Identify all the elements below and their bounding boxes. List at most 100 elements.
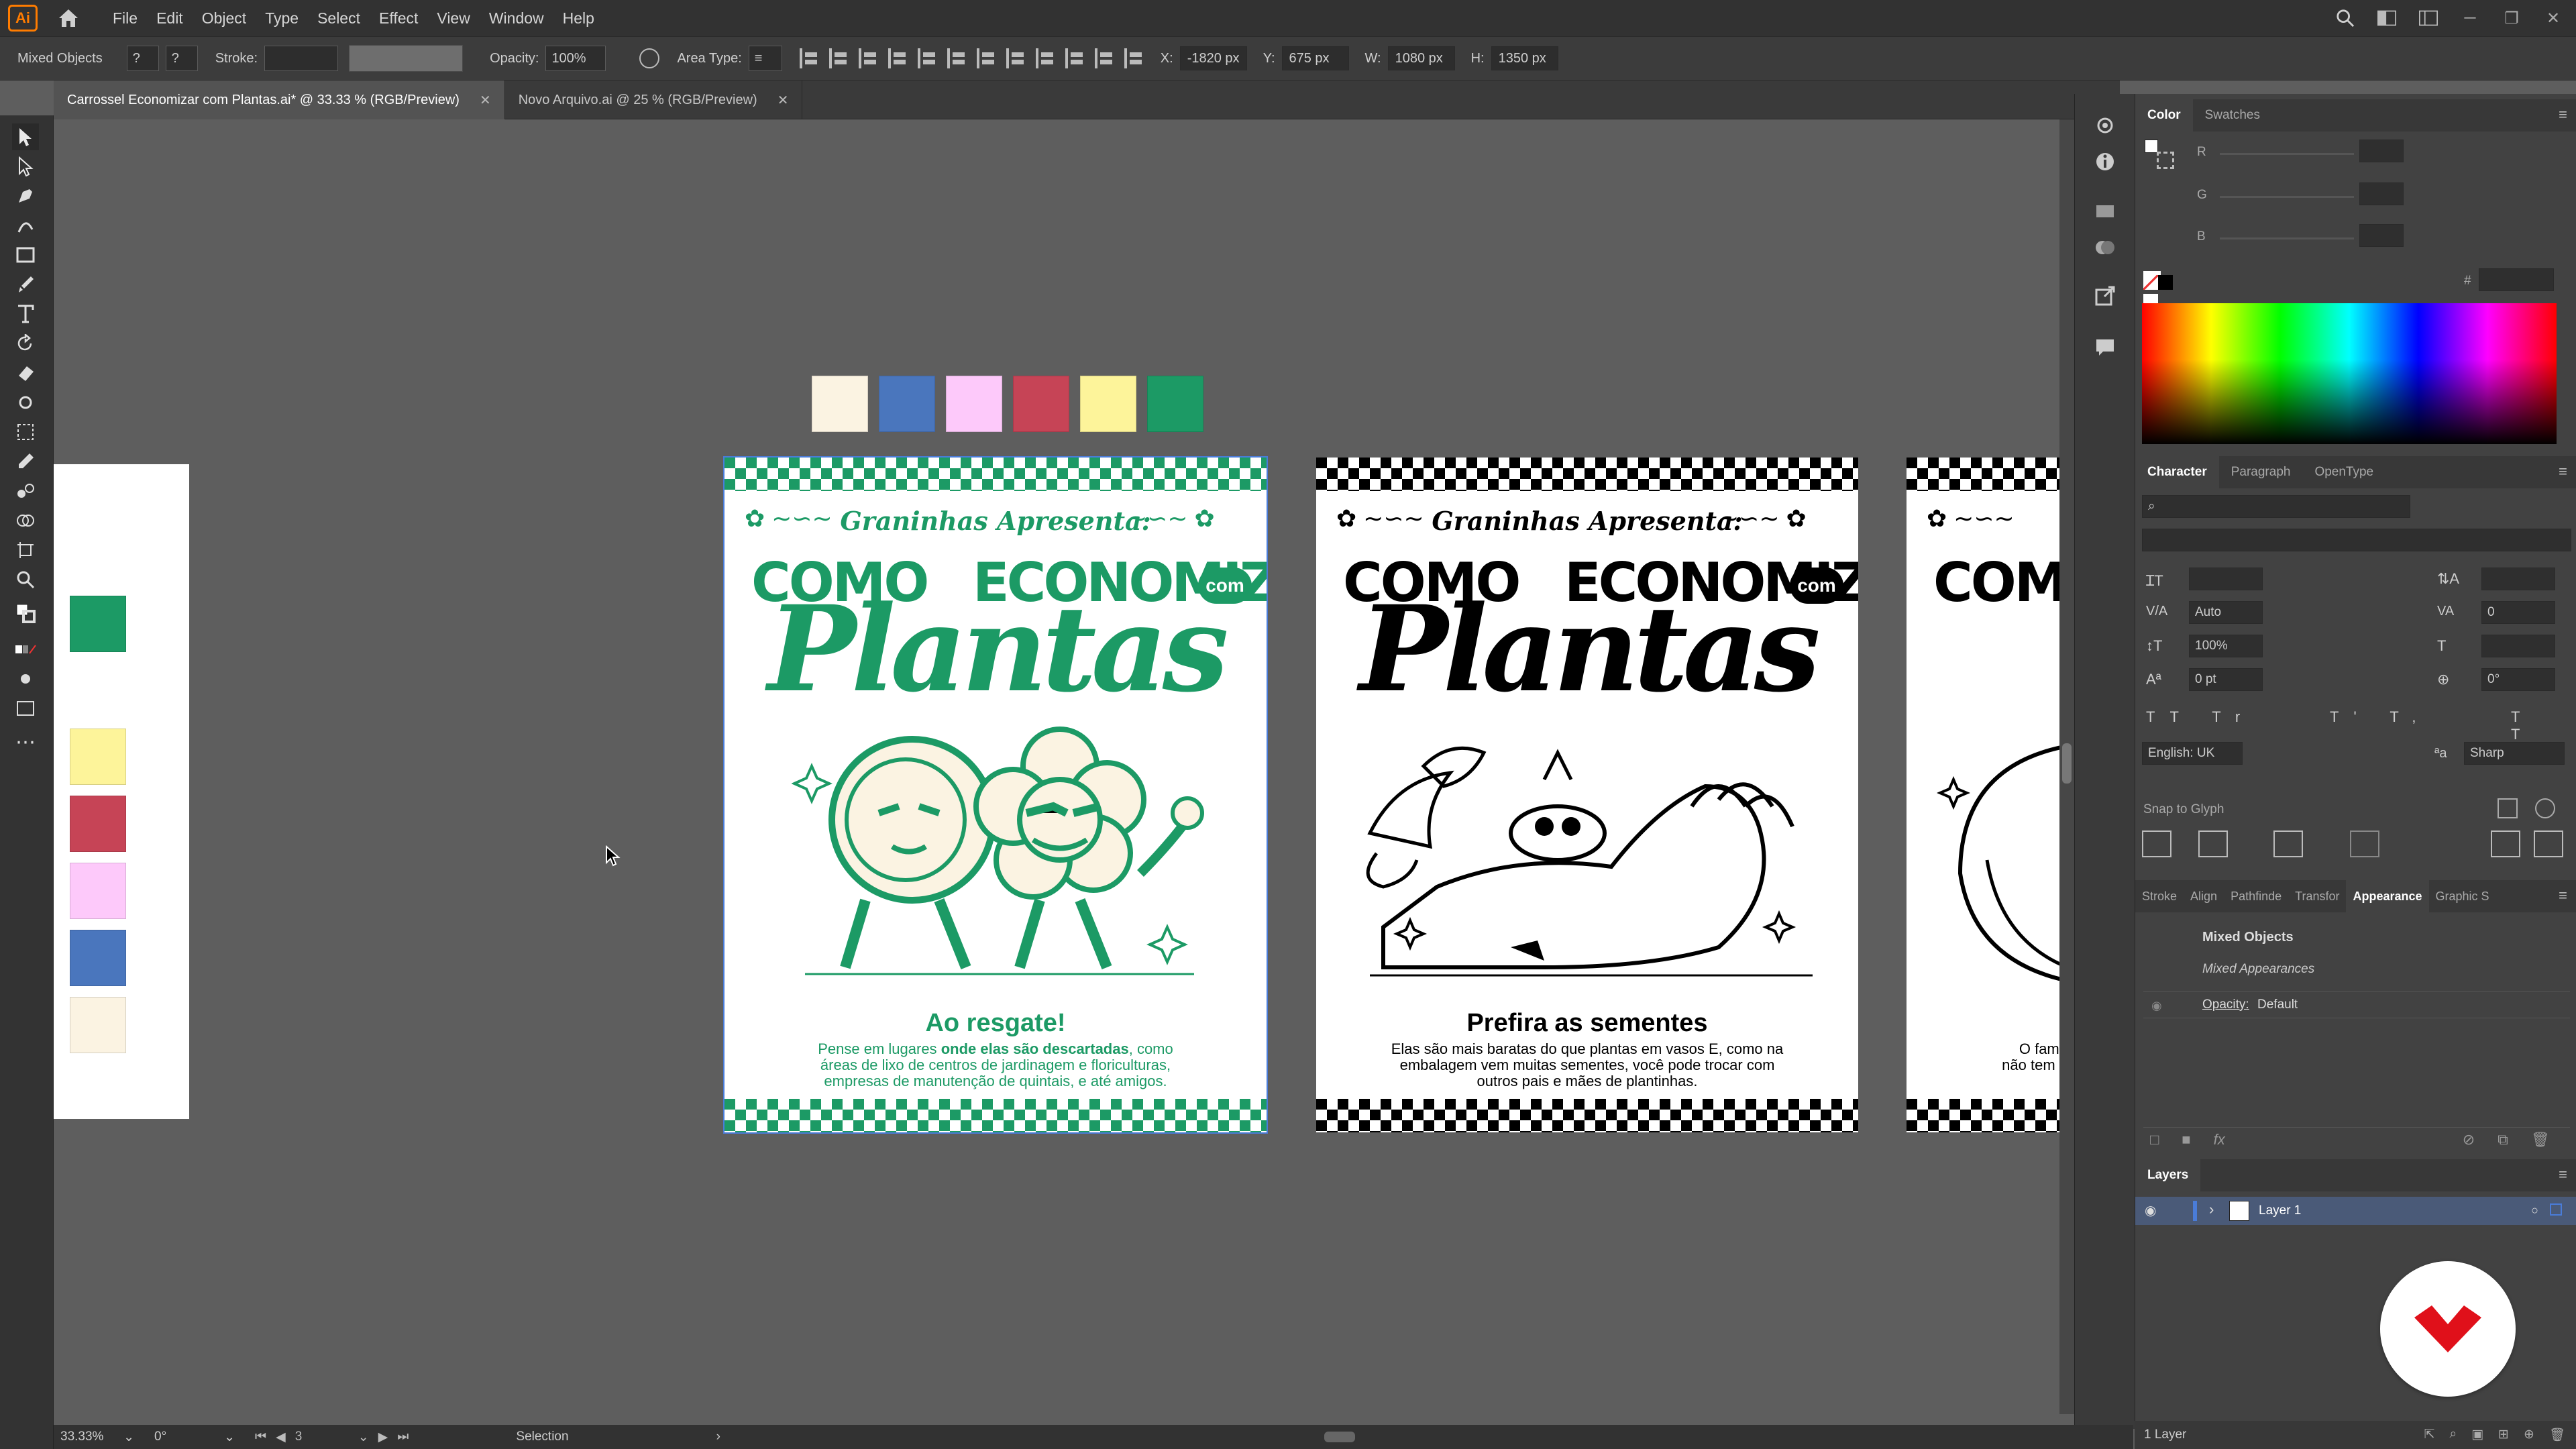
distribute-top-icon[interactable] [976,48,997,68]
screen-mode-icon[interactable] [12,695,39,722]
add-stroke-icon[interactable]: □ [2150,1131,2159,1148]
panel-menu-icon[interactable]: ≡ [2559,1166,2567,1183]
horizontal-scrollbar[interactable] [734,1429,2076,1445]
tab-opentype[interactable]: OpenType [2302,456,2385,488]
vertical-scale-field[interactable]: 100% [2189,635,2263,657]
side-swatch-pink[interactable] [70,863,126,919]
snap-xheight-icon[interactable] [2198,830,2228,857]
rotation-select[interactable]: 0° ⌄ [154,1430,235,1445]
artboard-tool-icon[interactable] [12,537,39,564]
palette-swatch-pink[interactable] [946,376,1002,432]
eyedropper-tool-icon[interactable] [12,448,39,475]
menu-edit[interactable]: Edit [156,9,183,28]
scroll-thumb[interactable] [2062,743,2072,784]
distribute-center-icon[interactable] [1006,48,1026,68]
home-icon[interactable] [54,3,83,33]
minimize-icon[interactable]: ─ [2461,9,2479,28]
color-mode-icon[interactable] [12,636,39,663]
type-tool-icon[interactable] [12,301,39,327]
text-case-buttons[interactable]: TT Tr [2146,708,2255,726]
side-swatch-red[interactable] [70,796,126,852]
r-value-field[interactable] [2359,140,2404,162]
opacity-row[interactable]: ◉ Opacity: Default [2143,991,2570,1018]
tab-align[interactable]: Align [2184,880,2224,912]
snap-anchor-icon[interactable] [2534,830,2563,857]
antialias-select[interactable]: Sharp [2464,742,2565,765]
menu-effect[interactable]: Effect [379,9,418,28]
tab-swatches[interactable]: Swatches [2193,99,2272,131]
selection-tool-icon[interactable] [12,123,39,150]
menu-help[interactable]: Help [563,9,594,28]
menu-select[interactable]: Select [317,9,360,28]
delete-layer-icon[interactable]: 🗑 [2549,1427,2565,1443]
menu-window[interactable]: Window [489,9,544,28]
layer-visibility-eye-icon[interactable]: ◉ [2145,1202,2156,1219]
vertical-scrollbar[interactable] [2059,119,2074,1414]
distribute-hcenter-icon[interactable] [1094,48,1115,68]
menu-file[interactable]: File [113,9,138,28]
export-icon[interactable] [2094,284,2116,307]
more-tools-icon[interactable]: ⋯ [12,729,39,755]
next-artboard-icon[interactable]: ▶ [378,1430,388,1445]
snap-baseline-icon[interactable] [2142,830,2171,857]
panel-menu-icon[interactable]: ≡ [2559,887,2567,904]
font-family-field[interactable]: ⌕ [2142,495,2410,518]
side-color-board[interactable] [54,464,189,1119]
free-transform-tool-icon[interactable] [12,419,39,445]
duplicate-item-icon[interactable]: ⧉ [2498,1131,2508,1148]
add-effect-icon[interactable]: fx [2214,1131,2225,1148]
tab-layers[interactable]: Layers [2135,1159,2201,1191]
fill-stroke-indicator[interactable] [2142,137,2180,174]
kerning-field[interactable]: Auto [2189,601,2263,624]
tab-carrossel[interactable]: Carrossel Economizar com Plantas.ai* @ 3… [54,80,505,119]
prev-artboard-icon[interactable]: ◀ [276,1430,286,1445]
align-top-icon[interactable] [888,48,908,68]
scroll-thumb[interactable] [1324,1432,1355,1442]
recolor-artwork-icon[interactable] [639,48,660,68]
transparency-icon[interactable] [2094,236,2116,259]
pen-tool-icon[interactable] [12,182,39,209]
paintbrush-tool-icon[interactable] [12,271,39,298]
tab-character[interactable]: Character [2135,456,2219,488]
palette-swatch-red[interactable] [1013,376,1069,432]
curvature-tool-icon[interactable] [12,212,39,239]
opacity-field[interactable]: 100% [545,46,606,71]
layer-row[interactable]: ◉ › Layer 1 ○ [2135,1197,2576,1225]
align-center-icon[interactable] [828,48,849,68]
clear-appearance-icon[interactable]: ⊘ [2463,1131,2475,1148]
align-middle-icon[interactable] [917,48,938,68]
snap-glyph-bounds-icon[interactable] [2273,830,2303,857]
artboard-number[interactable]: 3 [295,1430,349,1444]
stroke-weight-field[interactable] [264,46,339,71]
last-artboard-icon[interactable]: ⏭ [397,1430,409,1444]
properties-icon[interactable] [2094,114,2116,137]
artboard-dropdown-icon[interactable]: ⌄ [358,1430,369,1445]
layer-target-icon[interactable]: ○ [2531,1203,2538,1218]
zoom-tool-icon[interactable] [12,566,39,593]
artboard-black[interactable]: ✿ ∼∽∼ ∼∽∼ ✿ Graninhas Apresenta: COMO EC… [1316,458,1858,1132]
horizontal-scale-field[interactable] [2481,635,2555,657]
align-left-icon[interactable] [799,48,820,68]
snap-options-icon[interactable] [2498,798,2518,818]
side-swatch-cream[interactable] [70,997,126,1053]
make-clipping-mask-icon[interactable]: ▣ [2471,1427,2483,1443]
x-field[interactable]: -1820 px [1179,46,1247,70]
fill-swatch-button[interactable]: ? [126,46,159,71]
height-field[interactable]: 1350 px [1491,46,1558,70]
layer-name[interactable]: Layer 1 [2259,1203,2301,1218]
menu-object[interactable]: Object [202,9,246,28]
tab-appearance[interactable]: Appearance [2346,880,2429,912]
artboard-third[interactable]: ✿ ∼∽∼ COMO O famo não tem p s [1907,458,2066,1132]
area-type-options[interactable]: ≡ [748,46,782,71]
b-value-field[interactable] [2359,224,2404,247]
panel-menu-icon[interactable]: ≡ [2559,106,2567,123]
delete-item-icon[interactable]: 🗑 [2531,1131,2550,1148]
tab-stroke[interactable]: Stroke [2135,880,2184,912]
tab-pathfinder[interactable]: Pathfinde [2224,880,2288,912]
shape-builder-tool-icon[interactable] [12,507,39,534]
palette-swatch-blue[interactable] [879,376,935,432]
tab-paragraph[interactable]: Paragraph [2219,456,2303,488]
opacity-link[interactable]: Opacity: [2202,998,2249,1012]
comments-icon[interactable] [2094,335,2116,358]
language-select[interactable]: English: UK [2142,742,2243,765]
